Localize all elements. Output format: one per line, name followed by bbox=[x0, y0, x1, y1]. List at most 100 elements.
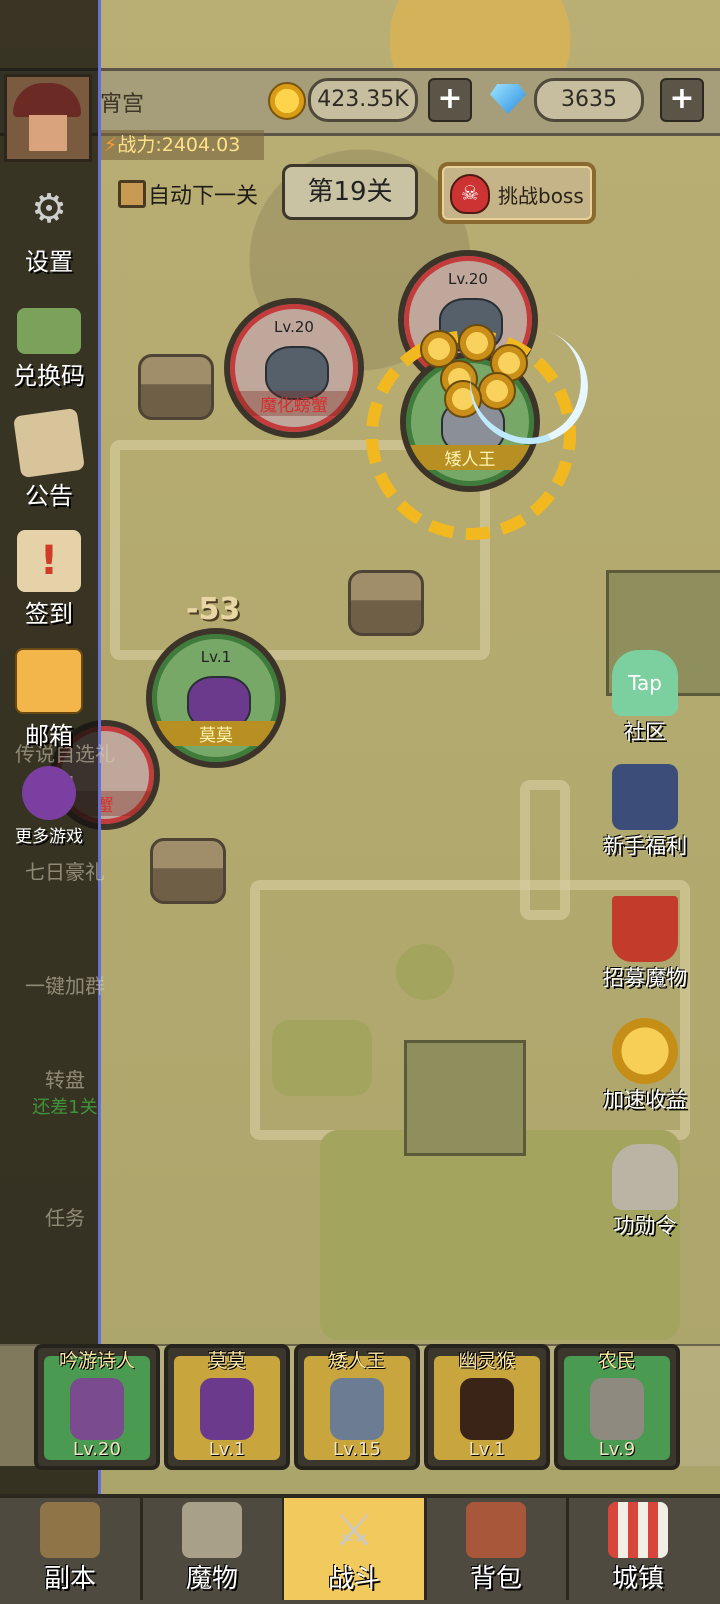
tab-town[interactable]: 城镇 bbox=[568, 1498, 708, 1600]
hero-figure bbox=[460, 1378, 514, 1440]
hero-figure bbox=[330, 1378, 384, 1440]
gold-amount: 423.35K bbox=[308, 78, 418, 122]
combat-power-value: 战力:2404.03 bbox=[117, 134, 241, 156]
hero-name: 幽灵猴 bbox=[458, 1350, 516, 1372]
rock bbox=[348, 570, 424, 636]
map-icon bbox=[40, 1502, 100, 1558]
tab-town-label: 城镇 bbox=[611, 1564, 664, 1594]
recruit-monster-button[interactable]: 招募魔物 bbox=[590, 896, 700, 992]
stage-button[interactable]: 第19关 bbox=[282, 164, 418, 220]
banner-icon bbox=[612, 896, 678, 962]
hero-level: Lv.1 bbox=[468, 1439, 506, 1460]
helmet-icon bbox=[612, 1144, 678, 1210]
mail-icon bbox=[15, 648, 83, 714]
tab-backpack-label: 背包 bbox=[469, 1564, 522, 1594]
hero-name: 吟游诗人 bbox=[58, 1350, 135, 1372]
avatar-face bbox=[29, 115, 67, 151]
notice-button[interactable]: 公告 bbox=[0, 407, 98, 511]
more-games-label: 更多游戏 bbox=[15, 827, 83, 847]
notice-icon bbox=[12, 407, 86, 479]
challenge-boss-button[interactable]: ☠ 挑战boss bbox=[438, 162, 596, 224]
tab-monster[interactable]: 魔物 bbox=[142, 1498, 285, 1600]
grass-patch bbox=[272, 1020, 372, 1096]
auto-next-checkbox[interactable] bbox=[118, 180, 146, 208]
grass-patch bbox=[396, 944, 454, 1000]
merit-order-button[interactable]: 功勋令 bbox=[590, 1144, 700, 1240]
hero-name: 矮人王 bbox=[328, 1350, 386, 1372]
hero-level: Lv.15 bbox=[333, 1439, 381, 1460]
map-path bbox=[520, 780, 570, 920]
ally-name: 矮人王 bbox=[406, 445, 534, 470]
hero-level: Lv.9 bbox=[598, 1439, 636, 1460]
sign-in-button[interactable]: ! 签到 bbox=[0, 530, 98, 629]
monster-icon bbox=[182, 1502, 242, 1558]
hero-card-bard[interactable]: 吟游诗人 Lv.20 bbox=[34, 1344, 160, 1470]
tab-battle-label: 战斗 bbox=[327, 1564, 380, 1594]
player-avatar[interactable] bbox=[4, 74, 92, 162]
ally-unit-momo[interactable]: Lv.1 莫莫 bbox=[146, 628, 286, 768]
hero-name: 莫莫 bbox=[207, 1350, 246, 1372]
scroll-icon: ! bbox=[17, 530, 81, 592]
hero-level: Lv.1 bbox=[208, 1439, 246, 1460]
tab-dungeon[interactable]: 副本 bbox=[0, 1498, 143, 1600]
gold-coin-icon bbox=[268, 82, 306, 120]
hero-level: Lv.20 bbox=[73, 1439, 121, 1460]
sign-in-label: 签到 bbox=[25, 600, 73, 628]
enemy-level: Lv.20 bbox=[448, 270, 488, 288]
more-games-button[interactable]: 更多游戏 bbox=[0, 766, 98, 847]
hero-card-farmer[interactable]: 农民 Lv.9 bbox=[554, 1344, 680, 1470]
tab-battle[interactable]: ⚔ 战斗 bbox=[284, 1498, 427, 1600]
wheel-label: 转盘 bbox=[45, 1068, 85, 1092]
power-icon: ⚡ bbox=[104, 134, 118, 156]
damage-number: -53 bbox=[186, 592, 241, 627]
ally-level: Lv.1 bbox=[200, 648, 232, 666]
redeem-code-button[interactable]: 兑换码 bbox=[0, 300, 98, 391]
speed-up-income-button[interactable]: 加速收益 bbox=[590, 1018, 700, 1114]
gear-icon: ⚙ bbox=[31, 186, 67, 232]
king-icon bbox=[612, 764, 678, 830]
tab-backpack[interactable]: 背包 bbox=[426, 1498, 569, 1600]
community-label: 社区 bbox=[624, 720, 666, 744]
newbie-bonus-button[interactable]: 新手福利 bbox=[590, 764, 700, 860]
hero-card-ghost-monkey[interactable]: 幽灵猴 Lv.1 bbox=[424, 1344, 550, 1470]
tab-dungeon-label: 副本 bbox=[43, 1564, 96, 1594]
wheel-sub-label: 还差1关 bbox=[32, 1097, 98, 1118]
enemy-unit-crab[interactable]: Lv.20 魔化螃蟹 bbox=[224, 298, 364, 438]
backpack-icon bbox=[466, 1502, 526, 1558]
settings-button[interactable]: ⚙ 设置 bbox=[0, 178, 98, 277]
crossed-swords-icon: ⚔ bbox=[334, 1504, 374, 1556]
hut bbox=[404, 1040, 526, 1156]
wheel-faded: 转盘 还差1关 bbox=[10, 1064, 120, 1119]
hero-figure bbox=[590, 1378, 644, 1440]
hero-name: 农民 bbox=[597, 1350, 636, 1372]
add-gold-button[interactable]: + bbox=[428, 78, 472, 122]
community-button[interactable]: Tap 社区 bbox=[590, 650, 700, 746]
gem-amount: 3635 bbox=[534, 78, 644, 122]
tap-community-icon: Tap bbox=[612, 650, 678, 716]
settings-label: 设置 bbox=[25, 248, 73, 276]
combat-power: ⚡战力:2404.03 bbox=[98, 130, 264, 160]
join-group-faded: 一键加群 bbox=[25, 974, 105, 998]
tab-monster-label: 魔物 bbox=[185, 1564, 238, 1594]
player-name: 宵宫 bbox=[100, 92, 145, 117]
add-gems-button[interactable]: + bbox=[660, 78, 704, 122]
seven-day-faded: 七日豪礼 bbox=[25, 860, 105, 884]
enemy-level: Lv.20 bbox=[274, 318, 314, 336]
merit-order-label: 功勋令 bbox=[613, 1214, 677, 1238]
ally-name: 莫莫 bbox=[152, 721, 280, 746]
redeem-code-label: 兑换码 bbox=[13, 362, 85, 390]
enemy-name: 魔化螃蟹 bbox=[230, 391, 358, 416]
hero-card-dwarf-king[interactable]: 矮人王 Lv.15 bbox=[294, 1344, 420, 1470]
notice-label: 公告 bbox=[25, 482, 73, 510]
mailbox-button[interactable]: 邮箱 bbox=[0, 648, 98, 751]
avatar-hat bbox=[13, 83, 81, 117]
hero-figure bbox=[70, 1378, 124, 1440]
mailbox-label: 邮箱 bbox=[25, 722, 73, 750]
recruit-monster-label: 招募魔物 bbox=[603, 966, 687, 990]
speed-up-income-label: 加速收益 bbox=[603, 1088, 687, 1112]
hero-card-momo[interactable]: 莫莫 Lv.1 bbox=[164, 1344, 290, 1470]
rock bbox=[150, 838, 226, 904]
auto-next-label: 自动下一关 bbox=[148, 184, 259, 209]
town-icon bbox=[608, 1502, 668, 1558]
ticket-icon bbox=[17, 308, 81, 354]
